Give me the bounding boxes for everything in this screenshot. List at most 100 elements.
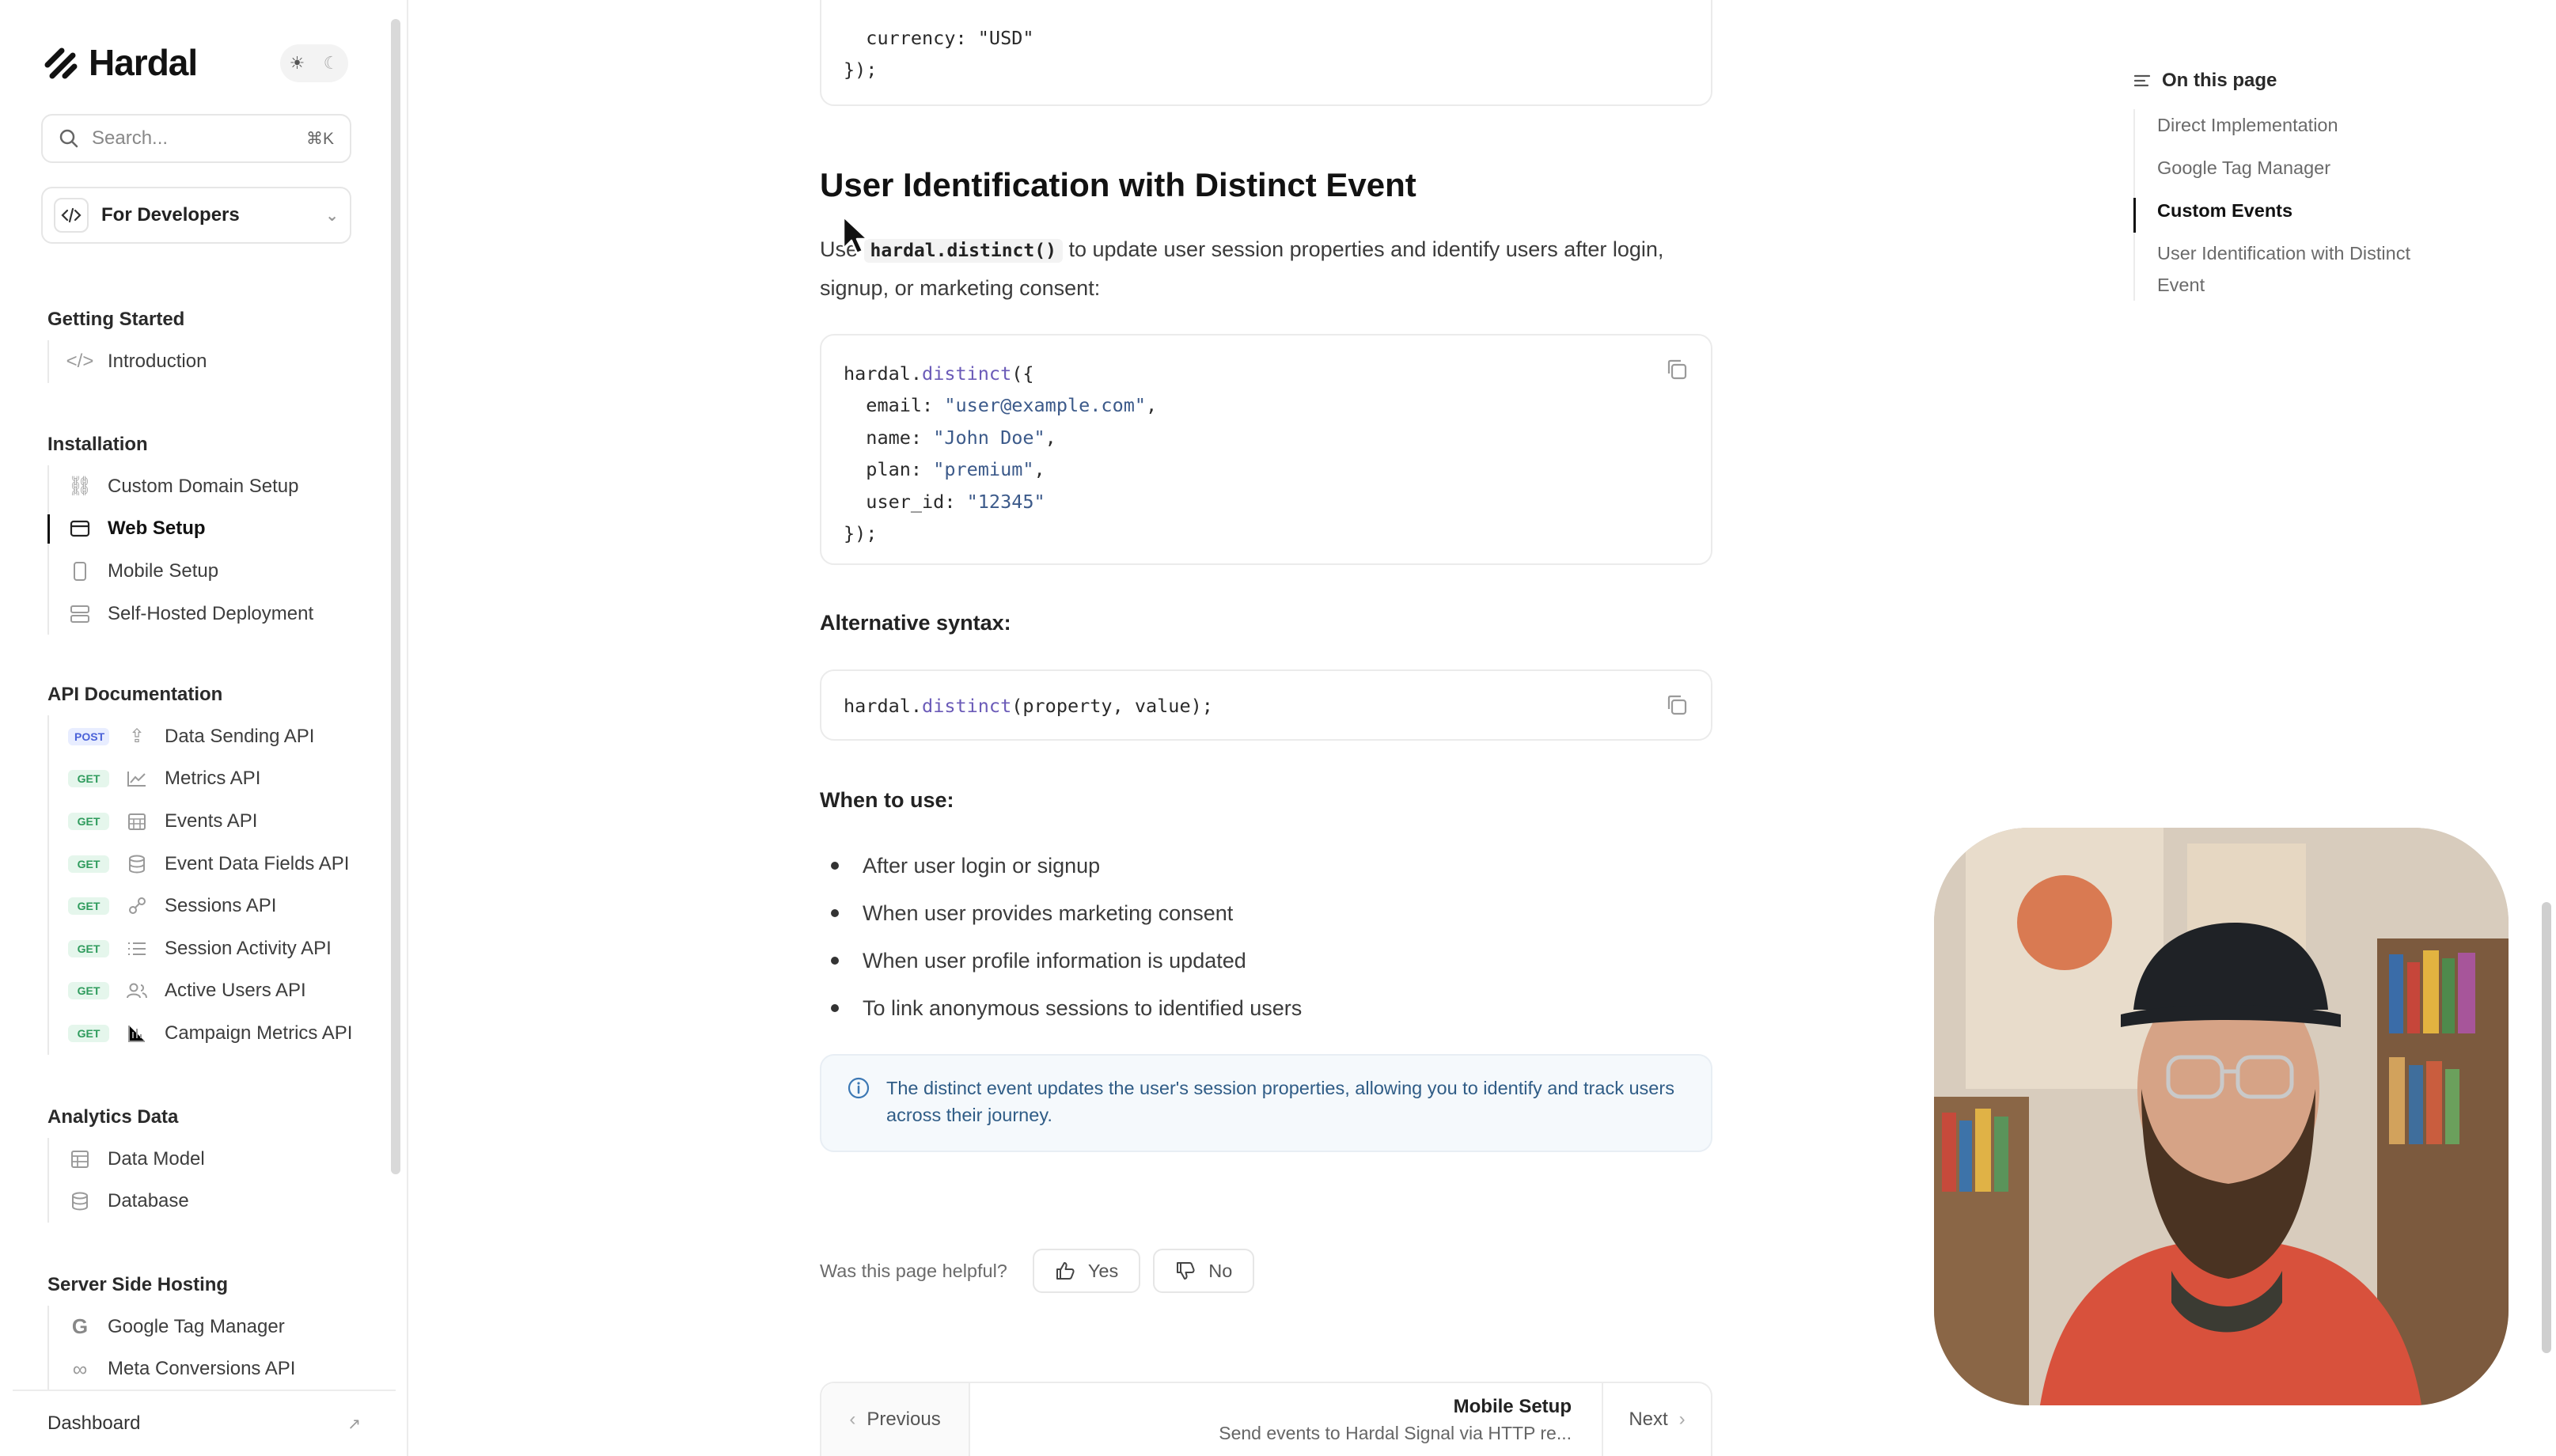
sidebar-item-label: Web Setup (108, 518, 206, 540)
sidebar-item-label: Custom Domain Setup (108, 475, 299, 497)
webcam-overlay (1934, 828, 2509, 1405)
previous-page-button[interactable]: ‹ Previous (821, 1383, 970, 1456)
code-block-alternative: hardal.distinct(property, value); (820, 669, 1712, 741)
code-text: (property, value); (1011, 695, 1213, 717)
sidebar-item-google-tag-manager[interactable]: G Google Tag Manager (49, 1306, 380, 1348)
sidebar-item-label: Sessions API (165, 895, 277, 917)
previous-label: Previous (867, 1409, 941, 1430)
nav-heading: Server Side Hosting (47, 1274, 229, 1295)
code-line: }); (844, 518, 1689, 549)
users-icon (125, 979, 149, 1003)
code-line: email: "user@example.com", (844, 389, 1689, 421)
method-badge: GET (68, 770, 109, 788)
mobile-icon (68, 559, 92, 583)
nav-section-server-side-hosting: Server Side Hosting G Google Tag Manager… (47, 1265, 380, 1391)
code-text: email: (844, 394, 945, 417)
dashboard-link[interactable]: Dashboard ↗ (13, 1390, 396, 1456)
theme-toggle[interactable]: ☀ ☾ (280, 44, 348, 82)
method-badge: GET (68, 982, 109, 1000)
sidebar-item-event-data-fields-api[interactable]: GET Event Data Fields API (49, 843, 380, 885)
code-line: hardal.distinct(property, value); (844, 690, 1689, 722)
sun-icon[interactable]: ☀ (290, 53, 305, 74)
sidebar-item-database[interactable]: Database (49, 1181, 380, 1223)
sidebar-item-sessions-api[interactable]: GET Sessions API (49, 885, 380, 927)
code-text: }); (844, 521, 878, 544)
inline-code: hardal.distinct() (863, 239, 1063, 263)
code-string: "John Doe" (933, 426, 1045, 449)
feedback-yes-button[interactable]: Yes (1032, 1249, 1141, 1293)
sidebar-item-campaign-metrics-api[interactable]: GET Campaign Metrics API (49, 1012, 380, 1055)
moon-icon[interactable]: ☾ (324, 53, 339, 74)
code-text: ({ (1011, 362, 1034, 385)
toc-item-custom-events[interactable]: Custom Events (2133, 195, 2450, 237)
sidebar-item-label: Event Data Fields API (165, 852, 350, 874)
toc-list: Direct Implementation Google Tag Manager… (2133, 109, 2450, 301)
method-badge: POST (68, 727, 109, 745)
copy-icon[interactable] (1665, 693, 1689, 717)
calendar-icon (125, 810, 149, 833)
code-line: plan: "premium", (844, 453, 1689, 485)
sidebar-item-label: Data Sending API (165, 725, 315, 747)
brand-logo[interactable]: Hardal (44, 41, 198, 84)
sidebar-item-custom-domain-setup[interactable]: ⛓ Custom Domain Setup (49, 465, 380, 508)
next-label: Next (1629, 1409, 1668, 1430)
alternative-syntax-heading: Alternative syntax: (820, 611, 1011, 635)
info-icon (848, 1077, 870, 1099)
audience-select-label: For Developers (101, 204, 240, 226)
sidebar-scrollbar[interactable] (391, 19, 400, 1174)
line-chart-icon (125, 767, 149, 791)
sidebar-item-metrics-api[interactable]: GET Metrics API (49, 758, 380, 801)
toc-item-direct-implementation[interactable]: Direct Implementation (2135, 109, 2450, 152)
sidebar-item-label: Session Activity API (165, 937, 332, 959)
sidebar-item-mobile-setup[interactable]: Mobile Setup (49, 550, 380, 593)
next-page-link[interactable]: Mobile Setup Send events to Hardal Signa… (970, 1396, 1602, 1444)
external-link-icon: ↗ (347, 1415, 361, 1433)
method-badge: GET (68, 939, 109, 957)
next-page-button[interactable]: Next › (1602, 1383, 1711, 1456)
page-scrollbar[interactable] (2542, 902, 2551, 1353)
bar-chart-icon (125, 1022, 149, 1045)
table-icon (68, 1147, 92, 1171)
code-line: currency: "USD" (844, 22, 1689, 54)
audience-select[interactable]: For Developers ⌄ (41, 187, 351, 244)
nav-list: POST ⇪ Data Sending API GET Metrics API … (47, 715, 380, 1055)
search-icon (59, 129, 78, 148)
nav-list: Data Model Database (47, 1138, 380, 1223)
toc-heading: On this page (2133, 66, 2450, 95)
nav-list: ⛓ Custom Domain Setup Web Setup Mobile S… (47, 465, 380, 635)
sidebar-item-events-api[interactable]: GET Events API (49, 800, 380, 843)
sidebar-item-meta-conversions-api[interactable]: ∞ Meta Conversions API (49, 1348, 380, 1391)
sidebar-item-label: Meta Conversions API (108, 1358, 296, 1380)
sidebar-item-data-sending-api[interactable]: POST ⇪ Data Sending API (49, 715, 380, 758)
when-to-use-list: After user login or signup When user pro… (831, 842, 1302, 1032)
sidebar-item-label: Campaign Metrics API (165, 1022, 353, 1044)
feedback-no-label: No (1208, 1260, 1233, 1281)
list-icon (125, 937, 149, 961)
code-line: user_id: "12345" (844, 486, 1689, 518)
list-item: To link anonymous sessions to identified… (831, 984, 1302, 1032)
link-icon: ⛓ (67, 476, 93, 498)
method-badge: GET (68, 1024, 109, 1042)
nav-heading: Installation (47, 434, 148, 455)
sidebar-item-introduction[interactable]: </> Introduction (49, 340, 380, 383)
toc-item-google-tag-manager[interactable]: Google Tag Manager (2135, 152, 2450, 195)
copy-icon[interactable] (1665, 358, 1689, 381)
method-badge: GET (68, 897, 109, 916)
nav-section-api-documentation: API Documentation POST ⇪ Data Sending AP… (47, 674, 380, 1055)
sidebar-item-label: Metrics API (165, 768, 261, 790)
code-string: "premium" (933, 458, 1034, 481)
sidebar-item-self-hosted-deployment[interactable]: Self-Hosted Deployment (49, 593, 380, 635)
hardal-logo-icon (44, 47, 78, 79)
info-text: The distinct event updates the user's se… (886, 1078, 1674, 1125)
sidebar-item-active-users-api[interactable]: GET Active Users API (49, 970, 380, 1013)
sidebar-item-web-setup[interactable]: Web Setup (47, 508, 380, 551)
toc-heading-label: On this page (2162, 70, 2277, 91)
sidebar-item-session-activity-api[interactable]: GET Session Activity API (49, 927, 380, 970)
sidebar-item-data-model[interactable]: Data Model (49, 1138, 380, 1181)
nav-section-analytics-data: Analytics Data Data Model Database (47, 1097, 380, 1223)
code-text: , (1146, 394, 1158, 417)
feedback-no-button[interactable]: No (1153, 1249, 1255, 1293)
list-item-text: After user login or signup (863, 854, 1101, 878)
search-input[interactable]: Search... ⌘K (41, 114, 351, 163)
toc-item-user-identification[interactable]: User Identification with Distinct Event (2135, 237, 2450, 301)
